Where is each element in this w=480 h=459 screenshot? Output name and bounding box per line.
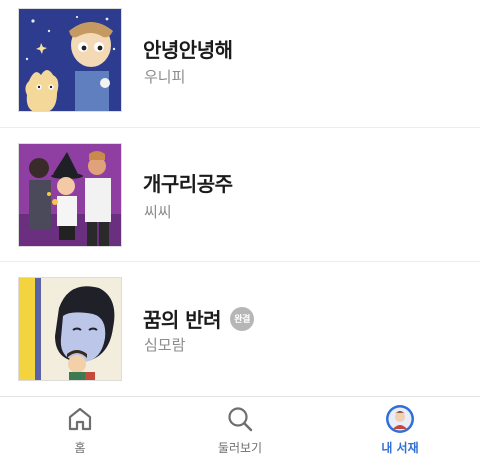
list-item[interactable]: 꿈의 반려 완결 심모람 — [0, 262, 480, 396]
search-icon — [228, 407, 253, 432]
tab-my-library[interactable]: 내 서재 — [320, 397, 480, 459]
list-item[interactable]: 개구리공주 씨씨 — [0, 128, 480, 262]
tab-label: 둘러보기 — [217, 441, 263, 455]
completed-badge: 완결 — [230, 306, 255, 331]
list-item[interactable]: 안녕안녕해 우니피 — [0, 0, 480, 134]
profile-avatar-icon — [386, 405, 414, 433]
comic-title[interactable]: 개구리공주 — [143, 168, 233, 197]
comic-author: 씨씨 — [144, 203, 172, 221]
comic-thumbnail[interactable] — [18, 277, 122, 381]
title-line: 꿈의 반려 완결 — [143, 304, 255, 333]
comic-thumbnail[interactable] — [18, 8, 122, 112]
tab-home[interactable]: 홈 — [0, 397, 160, 459]
tab-label: 내 서재 — [381, 441, 419, 455]
comic-author: 심모람 — [144, 336, 186, 354]
home-icon — [68, 407, 92, 431]
bottom-tab-bar: 홈 둘러보기 내 서재 — [0, 396, 480, 459]
title-line: 안녕안녕해 — [143, 34, 233, 63]
tab-label: 홈 — [74, 441, 86, 455]
comic-title[interactable]: 안녕안녕해 — [143, 34, 233, 63]
comic-thumbnail[interactable] — [18, 143, 122, 247]
tab-browse[interactable]: 둘러보기 — [160, 397, 320, 459]
comic-title[interactable]: 꿈의 반려 — [143, 304, 222, 333]
comic-author: 우니피 — [144, 68, 186, 86]
title-line: 개구리공주 — [143, 168, 233, 197]
